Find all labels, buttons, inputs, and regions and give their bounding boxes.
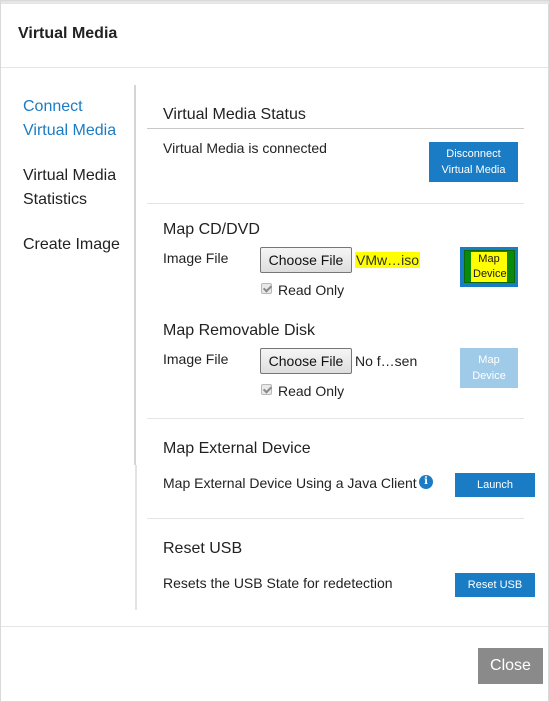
sidebar-item-connect-virtual-media[interactable]: Connect Virtual Media — [23, 95, 131, 143]
close-button[interactable]: Close — [478, 648, 543, 684]
info-icon[interactable]: i — [419, 475, 433, 489]
removable-choose-file-button[interactable]: Choose File — [260, 348, 352, 374]
cd-file-name: VMw…iso — [355, 252, 421, 268]
removable-read-only-checkbox[interactable] — [261, 384, 272, 395]
section-divider — [147, 418, 524, 419]
cd-section-title: Map CD/DVD — [163, 221, 260, 238]
removable-image-file-label: Image File — [163, 351, 229, 367]
cd-image-file-label: Image File — [163, 250, 229, 266]
virtual-media-dialog: Virtual Media Connect Virtual Media Virt… — [0, 0, 549, 702]
cd-read-only-checkbox[interactable] — [261, 283, 272, 294]
removable-file-name: No f…sen — [355, 353, 418, 369]
cd-read-only-label: Read Only — [278, 282, 345, 298]
usb-text: Resets the USB State for redetection — [163, 575, 393, 591]
external-section-title: Map External Device — [163, 440, 311, 457]
status-section-title: Virtual Media Status — [163, 106, 306, 123]
status-divider — [147, 128, 524, 129]
cd-map-device-button[interactable]: Map Device — [460, 247, 518, 287]
footer-divider — [1, 626, 548, 627]
sidebar-item-create-image[interactable]: Create Image — [23, 233, 131, 257]
cd-map-device-label: Map Device — [471, 252, 507, 282]
removable-map-device-button[interactable]: Map Device — [460, 348, 518, 388]
sidebar-divider — [135, 465, 137, 610]
cd-choose-file-button[interactable]: Choose File — [260, 247, 352, 273]
disconnect-virtual-media-label: Disconnect Virtual Media — [441, 148, 506, 176]
sidebar: Connect Virtual Media Virtual Media Stat… — [1, 85, 136, 465]
reset-usb-button[interactable]: Reset USB — [455, 573, 535, 597]
section-divider — [147, 518, 524, 519]
removable-read-only-label: Read Only — [278, 383, 345, 399]
removable-map-device-label: Map Device — [472, 354, 506, 382]
external-text: Map External Device Using a Java Client — [163, 475, 417, 491]
section-divider — [147, 203, 524, 204]
usb-section-title: Reset USB — [163, 540, 243, 557]
removable-section-title: Map Removable Disk — [163, 322, 316, 339]
dialog-header: Virtual Media — [1, 4, 548, 68]
dialog-title: Virtual Media — [18, 25, 118, 42]
status-text: Virtual Media is connected — [163, 140, 327, 156]
sidebar-item-virtual-media-statistics[interactable]: Virtual Media Statistics — [23, 164, 131, 212]
disconnect-virtual-media-button[interactable]: Disconnect Virtual Media — [429, 142, 518, 182]
launch-button[interactable]: Launch — [455, 473, 535, 497]
